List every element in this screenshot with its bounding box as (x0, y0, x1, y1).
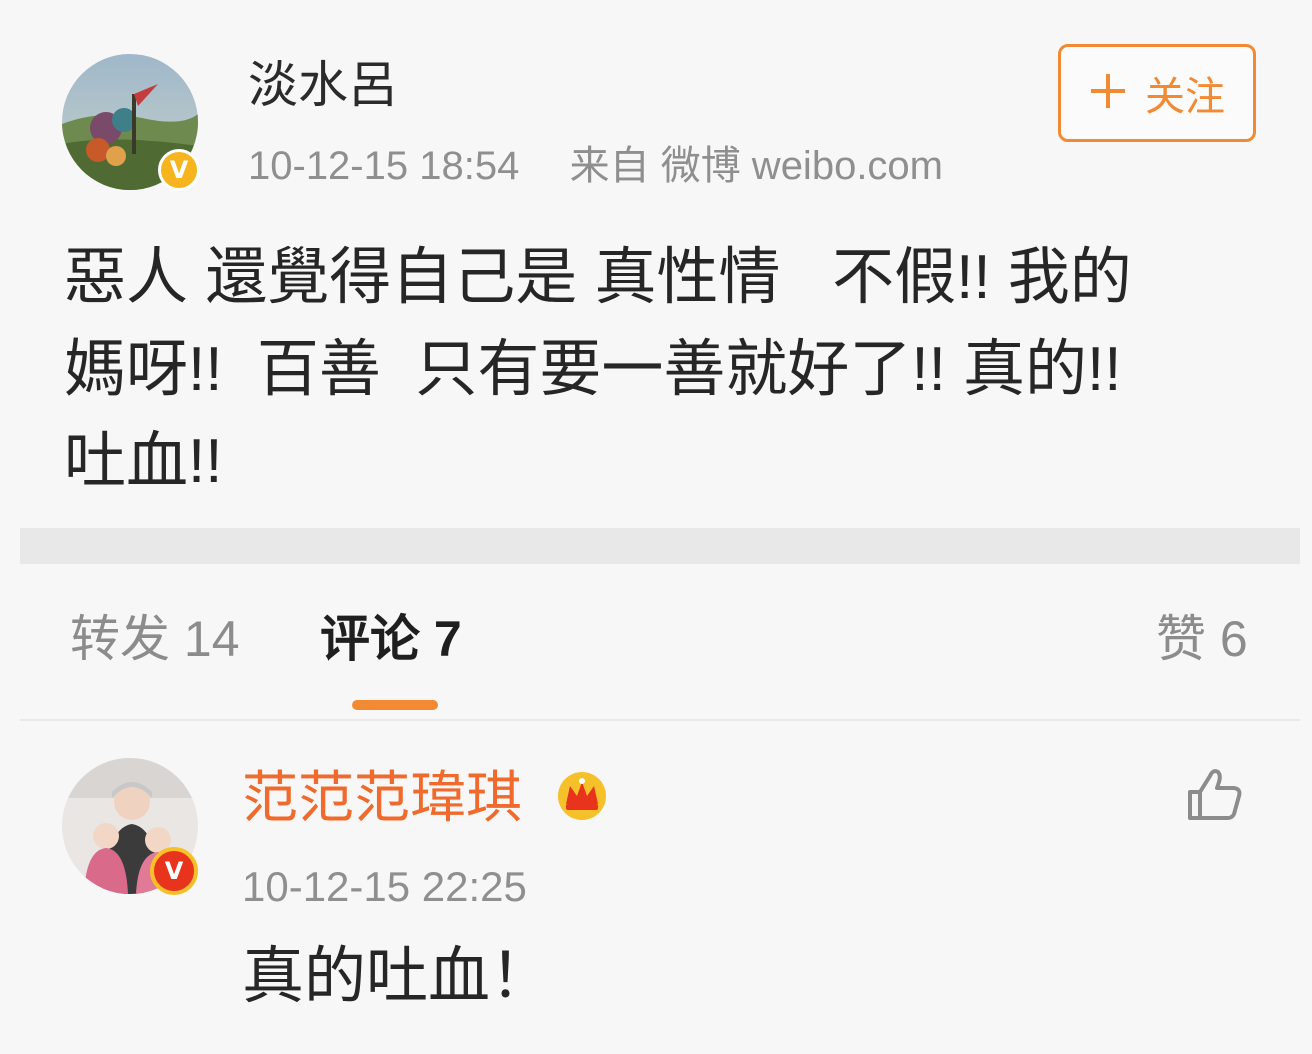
post-text: 惡人 還覺得自己是 真性情 不假!! 我的 媽呀!! 百善 只有要一善就好了!!… (64, 243, 1132, 496)
verified-badge: V (158, 149, 200, 191)
follow-button-label: 关注 (1145, 75, 1225, 119)
post-meta: 10-12-15 18:54 来自 微博 weibo.com (248, 146, 943, 186)
tab-comments[interactable]: 评论 7 (320, 614, 462, 664)
comment-text: 真的吐血！ (242, 942, 553, 1011)
tab-divider (20, 719, 1300, 721)
active-tab-indicator (352, 700, 438, 710)
thumbs-up-icon[interactable] (1186, 766, 1244, 822)
post-author-name[interactable]: 淡水呂 (248, 60, 398, 110)
tab-likes[interactable]: 赞 6 (1156, 614, 1248, 664)
tab-reposts[interactable]: 转发 14 (70, 614, 240, 664)
post-timestamp: 10-12-15 18:54 (248, 144, 520, 188)
author-avatar[interactable]: V (62, 54, 200, 191)
plus-icon (1089, 68, 1127, 118)
comment-timestamp: 10-12-15 22:25 (242, 863, 527, 910)
follow-button[interactable]: 关注 (1058, 44, 1256, 142)
post-source: 来自 微博 weibo.com (569, 144, 943, 188)
crown-icon (556, 770, 608, 822)
commenter-name[interactable]: 范范范瑋琪 (242, 770, 522, 826)
section-divider (20, 528, 1300, 564)
commenter-avatar[interactable]: V (62, 758, 198, 895)
verified-badge: V (150, 847, 198, 895)
